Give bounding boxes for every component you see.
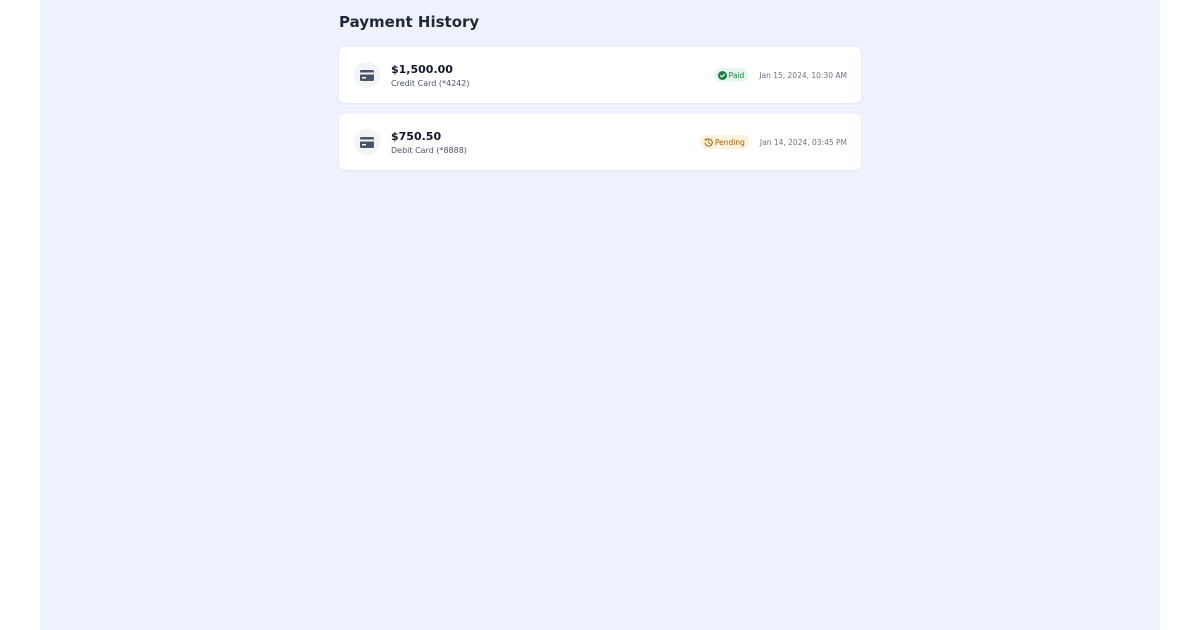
credit-card-icon: [354, 129, 380, 155]
payment-meta: Paid Jan 15, 2024, 10:30 AM: [713, 47, 847, 103]
payment-timestamp: Jan 14, 2024, 03:45 PM: [759, 137, 847, 147]
payment-amount: $1,500.00: [391, 63, 453, 76]
payment-timestamp: Jan 15, 2024, 10:30 AM: [759, 70, 847, 80]
payment-amount: $750.50: [391, 130, 442, 143]
payment-method: Debit Card (*8888): [391, 146, 467, 155]
payment-meta: Pending Jan 14, 2024, 03:45 PM: [699, 114, 847, 170]
status-label: Pending: [714, 137, 745, 147]
history-clock-icon: [704, 137, 713, 147]
payment-method: Credit Card (*4242): [391, 79, 470, 88]
status-label: Paid: [728, 70, 745, 80]
check-circle-icon: [717, 70, 727, 80]
page-title: Payment History: [339, 13, 480, 31]
status-badge: Paid: [713, 68, 749, 82]
status-badge: Pending: [699, 135, 749, 149]
payment-card[interactable]: $1,500.00 Credit Card (*4242) Paid Jan 1…: [339, 47, 861, 103]
payment-card[interactable]: $750.50 Debit Card (*8888) Pending Jan 1…: [339, 114, 861, 170]
credit-card-icon: [354, 62, 380, 88]
page-background: Payment History $1,500.00 Credit Card (*…: [40, 0, 1160, 630]
